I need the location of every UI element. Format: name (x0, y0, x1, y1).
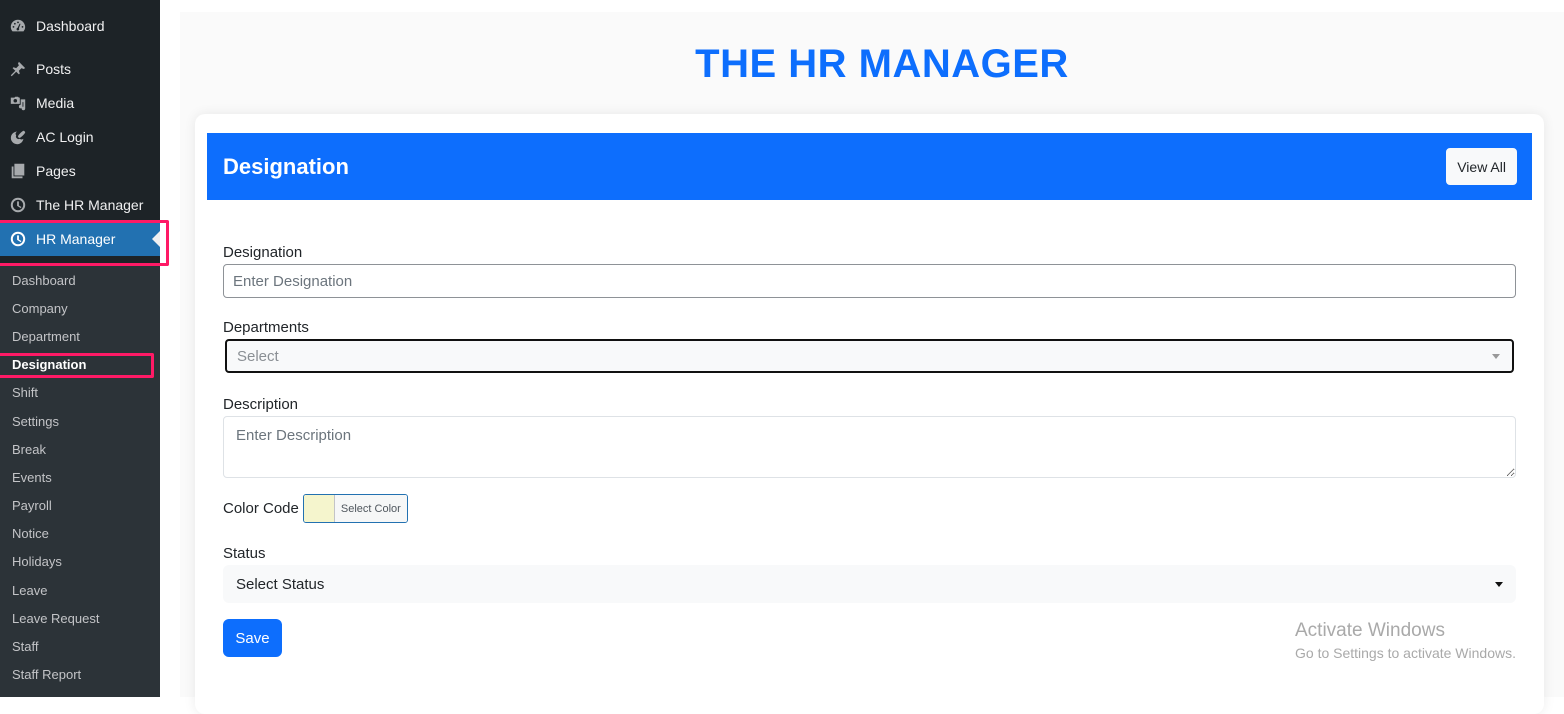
color-code-label: Color Code (223, 500, 299, 517)
menu-label: Media (36, 95, 75, 111)
color-code-row: Color Code Select Color (223, 494, 1516, 523)
submenu-item-events[interactable]: Events (0, 463, 160, 491)
pin-icon (8, 59, 28, 79)
dashboard-icon (8, 16, 28, 36)
submenu-item-leave-request[interactable]: Leave Request (0, 604, 160, 632)
menu-item-posts[interactable]: Posts (0, 52, 160, 86)
card-title: Designation (223, 153, 349, 179)
admin-sidebar: Dashboard Posts Media AC Login Pages The… (0, 0, 169, 697)
submenu-item-designation[interactable]: Designation (0, 351, 160, 379)
clock-icon (8, 229, 28, 249)
save-button[interactable]: Save (223, 619, 282, 657)
submenu-item-staff[interactable]: Staff (0, 632, 160, 660)
media-icon (8, 93, 28, 113)
submenu-item-shift[interactable]: Shift (0, 379, 160, 407)
submenu-item-staff-report[interactable]: Staff Report (0, 661, 160, 689)
chevron-down-icon (1492, 353, 1500, 359)
hr-manager-submenu: Dashboard Company Department Designation… (0, 266, 160, 697)
main-content: THE HR MANAGER Designation View All Desi… (180, 12, 1564, 714)
menu-label: The HR Manager (36, 197, 144, 213)
status-select[interactable]: Select Status (223, 565, 1516, 603)
designation-input[interactable] (223, 264, 1516, 298)
pages-icon (8, 161, 28, 181)
submenu-item-leave[interactable]: Leave (0, 576, 160, 604)
submenu-item-company[interactable]: Company (0, 294, 160, 322)
clock-icon (8, 195, 28, 215)
submenu-item-department[interactable]: Department (0, 322, 160, 350)
color-swatch[interactable] (303, 495, 335, 522)
departments-select-value: Select (237, 347, 279, 365)
menu-label: Posts (36, 61, 72, 77)
select-color-button[interactable]: Select Color (334, 495, 407, 522)
designation-form: Designation Departments Select Descripti… (223, 244, 1516, 657)
submenu-item-payroll[interactable]: Payroll (0, 492, 160, 520)
view-all-button[interactable]: View All (1446, 148, 1517, 185)
card-header: Designation View All (207, 133, 1532, 200)
menu-item-hr-manager[interactable]: HR Manager (0, 222, 160, 256)
designation-card: Designation View All Designation Departm… (195, 114, 1544, 714)
menu-item-dashboard[interactable]: Dashboard (0, 7, 160, 45)
menu-item-pages[interactable]: Pages (0, 154, 160, 188)
menu-item-the-hr-manager[interactable]: The HR Manager (0, 188, 160, 222)
departments-label: Departments (223, 319, 309, 336)
description-label: Description (223, 396, 299, 413)
color-picker[interactable]: Select Color (302, 494, 408, 523)
menu-label: Dashboard (36, 18, 105, 34)
menu-label: HR Manager (36, 231, 116, 247)
menu-item-media[interactable]: Media (0, 86, 160, 120)
palette-icon (8, 127, 28, 147)
submenu-item-notice[interactable]: Notice (0, 520, 160, 548)
designation-label: Designation (223, 244, 303, 261)
menu-label: Pages (36, 163, 76, 179)
description-textarea[interactable] (223, 416, 1516, 478)
departments-select[interactable]: Select (225, 339, 1514, 373)
chevron-down-icon (1495, 581, 1503, 587)
menu-label: AC Login (36, 129, 94, 145)
status-label: Status (223, 545, 266, 562)
app-title: THE HR MANAGER (695, 42, 1069, 86)
status-select-value: Select Status (236, 575, 325, 593)
menu-item-ac-login[interactable]: AC Login (0, 120, 160, 154)
admin-menu: Dashboard Posts Media AC Login Pages The… (0, 7, 160, 256)
submenu-item-break[interactable]: Break (0, 435, 160, 463)
submenu-item-settings[interactable]: Settings (0, 407, 160, 435)
submenu-item-holidays[interactable]: Holidays (0, 548, 160, 576)
submenu-item-dashboard[interactable]: Dashboard (0, 266, 160, 294)
